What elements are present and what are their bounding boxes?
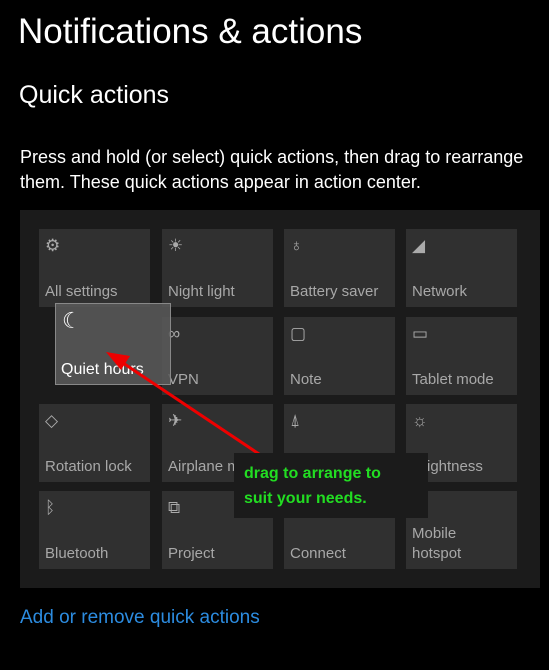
tile-night-light[interactable]: ☀ Night light [162,229,273,307]
dragged-tile-quiet-hours[interactable]: ☾ Quiet hours [55,303,171,385]
tablet-mode-icon: ▭ [412,324,429,343]
tile-vpn[interactable]: ∞ VPN [162,317,273,395]
night-light-icon: ☀ [168,236,184,255]
rotation-lock-icon: ◇ [45,411,59,430]
description-line: Press and hold (or select) quick actions… [20,147,524,167]
tile-label: Connect [290,545,346,562]
tile-all-settings[interactable]: ⚙ All settings [39,229,150,307]
gear-icon: ⚙ [45,236,61,255]
callout-line: suit your needs. [244,490,367,507]
section-title: Quick actions [19,81,170,109]
tile-label: Project [168,545,215,562]
tile-label: All settings [45,283,118,300]
tile-tablet-mode[interactable]: ▭ Tablet mode [406,317,517,395]
tile-note[interactable]: ▢ Note [284,317,395,395]
page-title: Notifications & actions [18,12,363,51]
callout-text: drag to arrange to suit your needs. [244,461,381,511]
bluetooth-icon: ᛒ [45,498,56,517]
callout-line: drag to arrange to [244,465,381,482]
tile-label: VPN [168,371,199,388]
vpn-icon: ∞ [168,324,181,343]
tile-label: Quiet hours [61,361,144,378]
airplane-icon: ✈ [168,411,183,430]
description-line: them. These quick actions appear in acti… [20,172,421,192]
annotation-callout: drag to arrange to suit your needs. [234,453,428,518]
add-remove-quick-actions-link[interactable]: Add or remove quick actions [20,607,260,629]
quick-actions-panel: ⚙ All settings ☀ Night light ♁ Battery saver ◢… [20,210,540,588]
tile-label: Bluetooth [45,545,109,562]
network-icon: ◢ [412,236,426,255]
tile-network[interactable]: ◢ Network [406,229,517,307]
tile-rotation-lock[interactable]: ◇ Rotation lock [39,404,150,482]
note-icon: ▢ [290,324,307,343]
moon-icon: ☾ [62,308,82,333]
tile-battery-saver[interactable]: ♁ Battery saver [284,229,395,307]
tile-label: Tablet mode [412,371,494,388]
tile-label: Battery saver [290,283,379,300]
tile-label: Night light [168,283,235,300]
location-icon: ⍋ [290,411,301,430]
tile-label: Rotation lock [45,458,132,475]
tile-bluetooth[interactable]: ᛒ Bluetooth [39,491,150,569]
description: Press and hold (or select) quick actions… [20,145,523,195]
project-icon: ⧉ [168,498,181,517]
tile-label: Network [412,283,468,300]
tile-label: Mobile hotspot [412,525,462,562]
leaf-icon: ♁ [290,236,303,255]
brightness-icon: ☼ [412,411,428,430]
tile-label: Note [290,371,322,388]
